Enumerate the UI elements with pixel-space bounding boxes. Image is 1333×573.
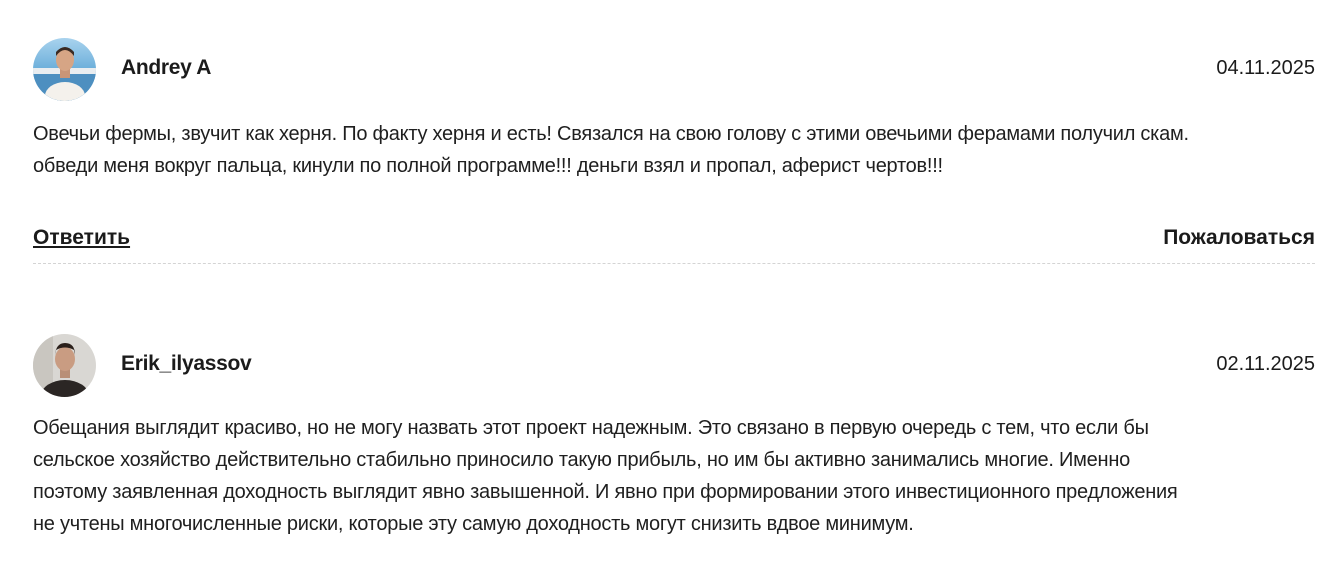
comment-date: 02.11.2025 (1216, 353, 1315, 375)
user-photo-icon (33, 334, 96, 397)
comment-text-line: поэтому заявленная доходность выглядит я… (33, 481, 1178, 503)
comment-card: Andrey A 04.11.2025 Овечьи фермы, звучит… (33, 38, 1315, 264)
comment-date: 04.11.2025 (1216, 57, 1315, 79)
comment-text: Овечьи фермы, звучит как херня. По факту… (33, 118, 1315, 182)
comment-text-line: обведи меня вокруг пальца, кинули по пол… (33, 155, 943, 177)
comment-actions: Ответить Пожаловаться (33, 218, 1315, 258)
comment-text: Обещания выглядит красиво, но не могу на… (33, 412, 1315, 540)
comment-text-line: Овечьи фермы, звучит как херня. По факту… (33, 123, 1189, 145)
avatar[interactable] (33, 38, 96, 101)
user-photo-icon (33, 38, 96, 101)
reply-link[interactable]: Ответить (33, 226, 130, 250)
comment-header: Andrey A 04.11.2025 (33, 38, 1315, 102)
comment-author: Andrey A (121, 56, 212, 79)
comment-card: Erik_ilyassov 02.11.2025 Обещания выгляд… (33, 334, 1315, 540)
comment-text-line: не учтены многочисленные риски, которые … (33, 513, 914, 535)
report-button[interactable]: Пожаловаться (1163, 226, 1315, 250)
comment-text-line: сельское хозяйство действительно стабиль… (33, 449, 1130, 471)
comment-text-line: Обещания выглядит красиво, но не могу на… (33, 417, 1149, 439)
comment-author: Erik_ilyassov (121, 352, 252, 375)
comment-header: Erik_ilyassov 02.11.2025 (33, 334, 1315, 398)
divider (33, 263, 1315, 264)
avatar[interactable] (33, 334, 96, 397)
